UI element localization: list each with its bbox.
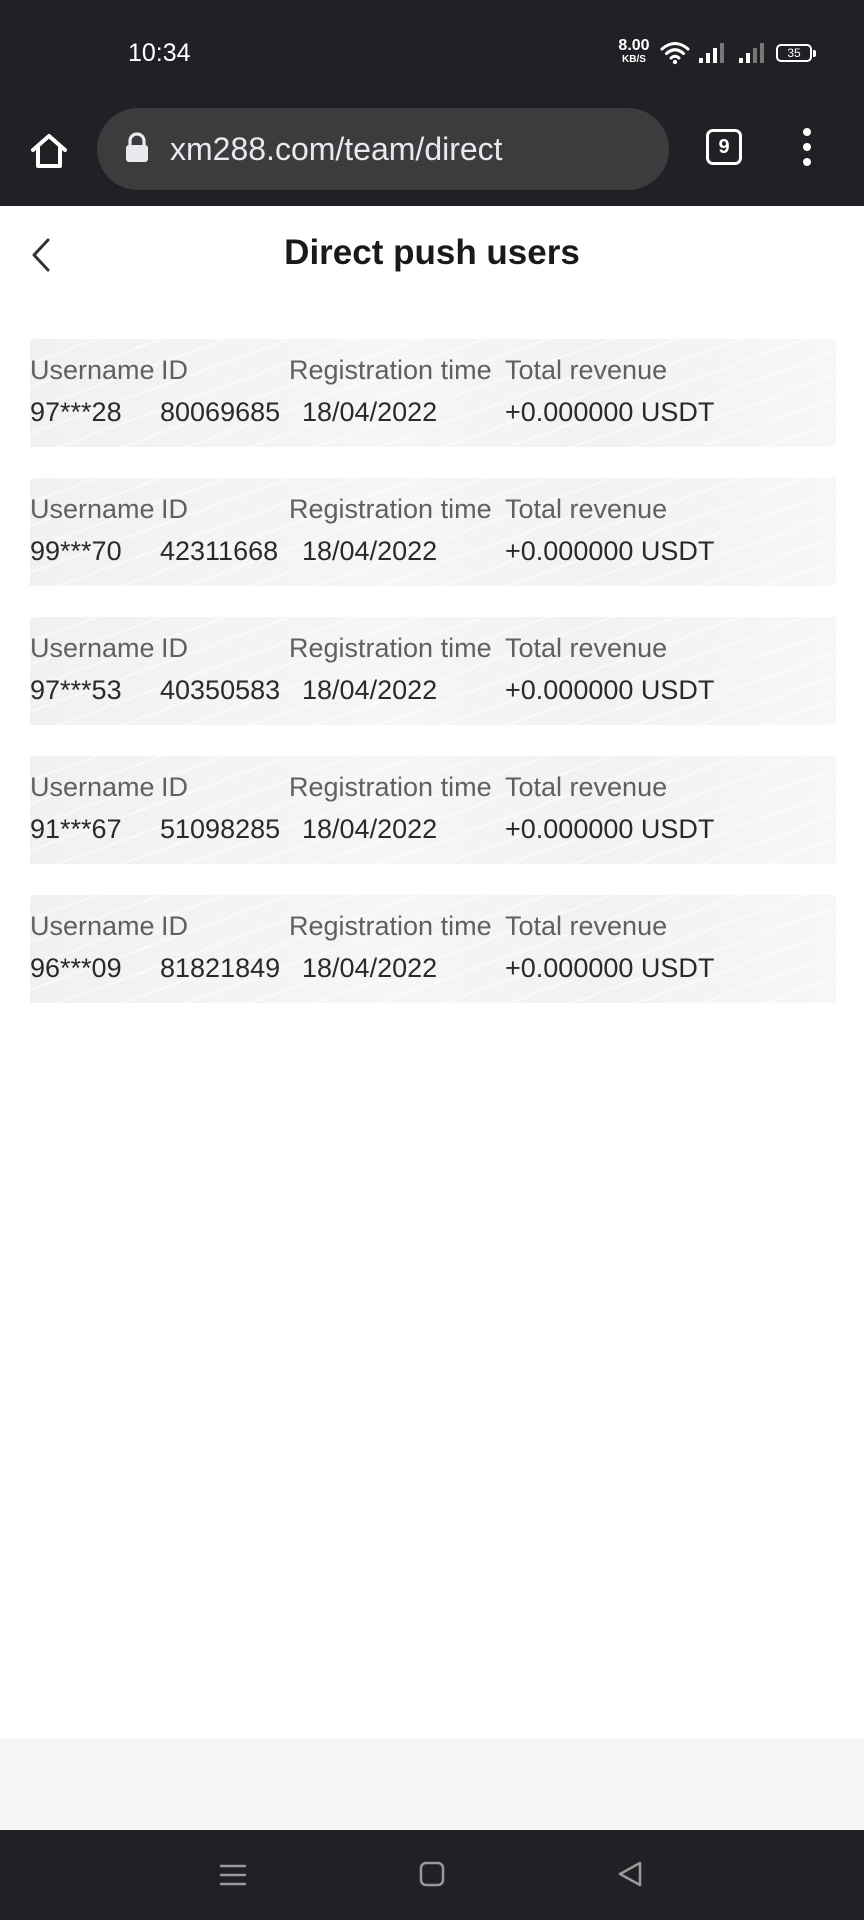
signal-strength-icon-secondary [739, 43, 764, 63]
registration-time-label: Registration time [289, 355, 492, 385]
user-card: Username ID Registration time Total reve… [30, 617, 836, 725]
id-value: 42311668 [160, 536, 279, 566]
lock-icon [126, 132, 148, 162]
user-list: Username ID Registration time Total reve… [30, 339, 836, 1034]
recent-apps-button[interactable] [218, 1862, 248, 1888]
total-revenue-value: +0.000000 USDT [505, 814, 715, 844]
registration-time-label: Registration time [289, 494, 492, 524]
username-label: Username [30, 911, 155, 941]
id-value: 81821849 [160, 953, 281, 983]
more-options-icon [803, 128, 811, 136]
username-value: 97***28 [30, 397, 122, 427]
registration-time-value: 18/04/2022 [302, 397, 438, 427]
total-revenue-label: Total revenue [505, 772, 668, 802]
signal-strength-icon [699, 43, 724, 63]
page-footer-area [0, 1738, 864, 1830]
username-label: Username [30, 355, 155, 385]
id-label: ID [161, 772, 188, 802]
page-title: Direct push users [284, 233, 580, 272]
system-back-button[interactable] [616, 1860, 644, 1888]
network-speed-value: 8.00 [618, 37, 650, 54]
total-revenue-value: +0.000000 USDT [505, 675, 715, 705]
username-value: 96***09 [30, 953, 122, 983]
tab-switcher-button[interactable]: 9 [706, 129, 742, 165]
username-value: 91***67 [30, 814, 122, 844]
wifi-icon [660, 42, 690, 65]
registration-time-value: 18/04/2022 [302, 953, 438, 983]
registration-time-label: Registration time [289, 911, 492, 941]
user-card: Username ID Registration time Total reve… [30, 756, 836, 864]
user-card: Username ID Registration time Total reve… [30, 895, 836, 1003]
user-card: Username ID Registration time Total reve… [30, 478, 836, 586]
browser-toolbar: xm288.com/team/direct 9 [0, 100, 864, 206]
id-label: ID [161, 355, 188, 385]
more-options-button[interactable] [792, 122, 822, 172]
status-time: 10:34 [128, 39, 191, 67]
username-value: 99***70 [30, 536, 122, 566]
network-speed: 8.00 KB/S [614, 37, 654, 66]
total-revenue-value: +0.000000 USDT [505, 397, 715, 427]
network-speed-unit: KB/S [622, 54, 646, 65]
registration-time-value: 18/04/2022 [302, 814, 438, 844]
home-icon [31, 134, 67, 168]
url-text[interactable]: xm288.com/team/direct [170, 130, 503, 168]
battery-icon: 35 [776, 44, 816, 62]
system-home-button[interactable] [419, 1861, 445, 1887]
registration-time-value: 18/04/2022 [302, 675, 438, 705]
registration-time-label: Registration time [289, 772, 492, 802]
page-header: Direct push users [0, 208, 864, 304]
username-value: 97***53 [30, 675, 122, 705]
total-revenue-label: Total revenue [505, 494, 668, 524]
id-label: ID [161, 633, 188, 663]
system-navigation-bar [0, 1830, 864, 1920]
total-revenue-label: Total revenue [505, 355, 668, 385]
total-revenue-value: +0.000000 USDT [505, 953, 715, 983]
id-value: 51098285 [160, 814, 281, 844]
total-revenue-label: Total revenue [505, 911, 668, 941]
id-label: ID [161, 911, 188, 941]
username-label: Username [30, 494, 155, 524]
username-label: Username [30, 772, 155, 802]
status-bar: 10:34 8.00 KB/S 35 [0, 0, 864, 100]
username-label: Username [30, 633, 155, 663]
address-bar[interactable]: xm288.com/team/direct [97, 108, 669, 190]
total-revenue-label: Total revenue [505, 633, 668, 663]
user-card: Username ID Registration time Total reve… [30, 339, 836, 447]
id-label: ID [161, 494, 188, 524]
id-value: 40350583 [160, 675, 281, 705]
id-value: 80069685 [160, 397, 281, 427]
battery-level: 35 [787, 46, 801, 60]
home-button[interactable] [22, 124, 76, 178]
total-revenue-value: +0.000000 USDT [505, 536, 715, 566]
registration-time-value: 18/04/2022 [302, 536, 438, 566]
registration-time-label: Registration time [289, 633, 492, 663]
